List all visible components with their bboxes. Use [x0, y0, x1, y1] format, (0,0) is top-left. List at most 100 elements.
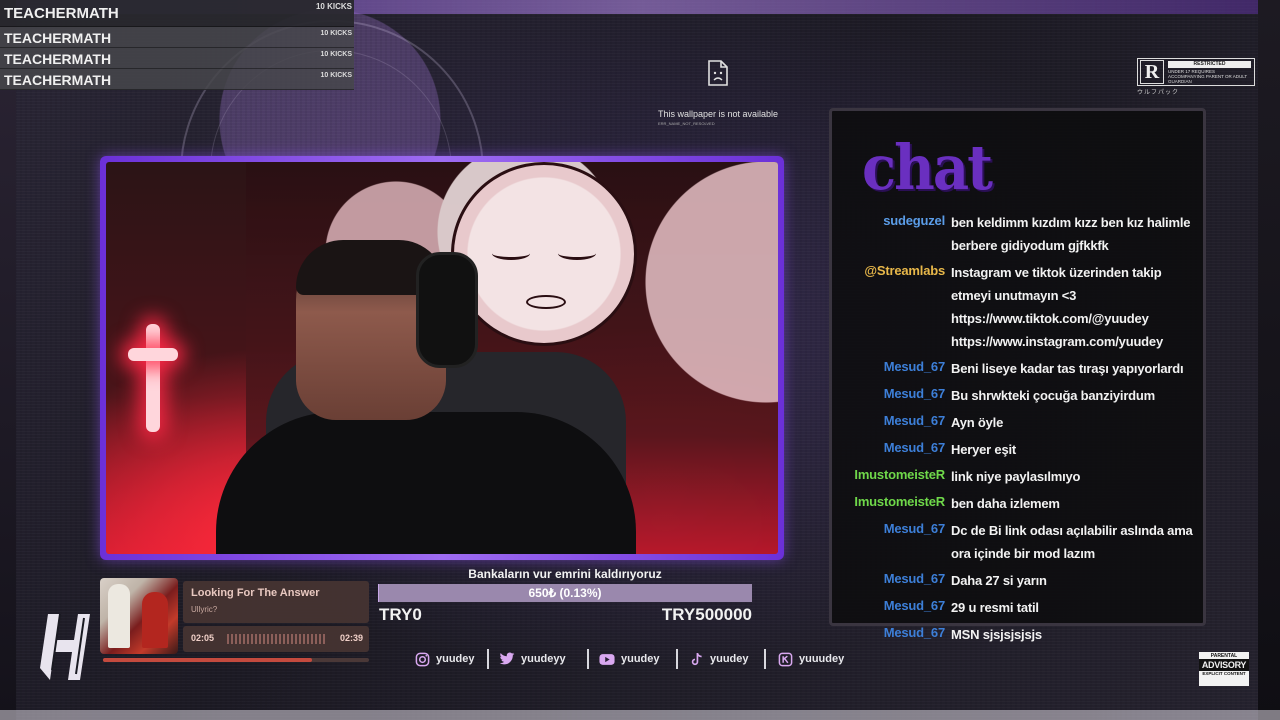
song-artist: Ullyric?	[191, 605, 218, 614]
donation-goal: Bankaların vur emrini kaldırıyoruz 650₺ …	[378, 566, 752, 626]
kick-alert-count: 10 KICKS	[320, 72, 352, 79]
chat-username: sudeguzel	[883, 213, 945, 228]
chat-message-text: ben keldimm kızdım kızz ben kız halimle …	[951, 215, 1191, 253]
webcam-feed	[106, 162, 778, 554]
chat-message-text: Ayn öyle	[951, 415, 1004, 430]
tapestry-face	[451, 162, 637, 346]
rating-letter: R	[1140, 60, 1164, 84]
social-label: yuudey	[436, 653, 475, 665]
chat-message-text: link niye paylasılmıyo	[951, 469, 1081, 484]
chat-message: ImustomeisteR link niye paylasılmıyo	[832, 463, 1203, 490]
headphones	[416, 252, 478, 368]
chat-username: Mesud_67	[883, 521, 945, 536]
kick-alert-count: 10 KICKS	[315, 2, 352, 11]
chat-message: Mesud_67 Bu shrwkteki çocuğa banziyirdum	[832, 382, 1203, 409]
chat-panel: chat sudeguzel ben keldimm kızdım kızz be…	[829, 108, 1206, 642]
rating-badge: R RESTRICTED UNDER 17 REQUIRES ACCOMPANY…	[1137, 58, 1255, 86]
right-edge	[1258, 0, 1280, 720]
song-elapsed: 02:05	[191, 633, 215, 643]
chat-message-text: ben daha izlemem	[951, 496, 1060, 511]
chat-message-text: Heryer eşit	[951, 442, 1017, 457]
chat-message: Mesud_67 MSN sjsjsjsjsjs	[832, 621, 1203, 648]
kick-alert-name: TEACHERMATH	[4, 30, 112, 46]
social-divider	[764, 649, 766, 669]
chat-username: ImustomeisteR	[854, 467, 945, 482]
broken-page-icon	[707, 60, 729, 91]
bottom-band	[0, 710, 1280, 720]
instagram-icon	[414, 651, 430, 667]
youtube-icon	[599, 651, 615, 667]
social-tiktok: yuudey	[688, 651, 749, 667]
streamer-body	[216, 412, 636, 554]
wallpaper-error-code: ERR_NAME_NOT_RESOLVED	[658, 121, 715, 126]
chat-message-text: Beni liseye kadar tas tıraşı yapıyorlard…	[951, 361, 1184, 376]
chat-username: Mesud_67	[883, 598, 945, 613]
chat-message-text: Bu shrwkteki çocuğa banziyirdum	[951, 388, 1156, 403]
kick-alert-name: TEACHERMATH	[4, 51, 112, 67]
neon-cross	[146, 324, 160, 432]
chat-message-text: Instagram ve tiktok üzerinden takip etme…	[951, 265, 1163, 349]
chat-message-text: Daha 27 si yarın	[951, 573, 1047, 588]
chat-logo: chat	[862, 131, 993, 205]
chat-message: Mesud_67 Daha 27 si yarın	[832, 567, 1203, 594]
chat-username: Mesud_67	[883, 386, 945, 401]
chat-message-text: MSN sjsjsjsjsjs	[951, 627, 1042, 642]
chat-username: @Streamlabs	[864, 263, 945, 278]
rating-subtitle: ウルフパック	[1137, 90, 1180, 96]
song-waveform	[227, 634, 327, 644]
chat-username: ImustomeisteR	[854, 494, 945, 509]
advisory-middle: ADVISORY	[1199, 659, 1249, 671]
kick-icon	[777, 651, 793, 667]
chat-message-list: sudeguzel ben keldimm kızdım kızz ben kız…	[832, 209, 1203, 648]
wallpaper-error: This wallpaper is not available ERR_NAME…	[640, 60, 800, 126]
social-kick: yuuudey	[777, 651, 844, 667]
kick-alert-name: TEACHERMATH	[4, 72, 112, 88]
neon-cross-bar	[128, 348, 178, 361]
left-edge	[0, 0, 16, 720]
kick-alert-row: TEACHERMATH 10 KICKS	[0, 0, 354, 27]
chat-username: Mesud_67	[883, 625, 945, 640]
tiktok-icon	[688, 651, 704, 667]
chat-message: @Streamlabs Instagram ve tiktok üzerinden…	[832, 259, 1203, 355]
goal-min-label: TRY0	[379, 605, 422, 624]
album-art	[100, 578, 178, 654]
rating-description: UNDER 17 REQUIRES ACCOMPANYING PARENT OR…	[1168, 69, 1248, 84]
song-progress-bar	[103, 658, 369, 662]
chat-username: Mesud_67	[883, 413, 945, 428]
kick-alert-row: TEACHERMATH 10 KICKS	[0, 27, 354, 48]
chat-message: Mesud_67 Beni liseye kadar tas tıraşı yap…	[832, 355, 1203, 382]
kick-alert-list: TEACHERMATH 10 KICKS TEACHERMATH 10 KICK…	[0, 0, 354, 90]
wallpaper-error-message: This wallpaper is not available	[658, 109, 779, 119]
goal-title: Bankaların vur emrini kaldırıyoruz	[468, 567, 662, 581]
chat-username: Mesud_67	[883, 571, 945, 586]
goal-current-amount: 650₺ (0.13%)	[528, 586, 602, 600]
social-divider	[487, 649, 489, 669]
rating-title: RESTRICTED	[1168, 61, 1251, 68]
chat-message: Mesud_67 Heryer eşit	[832, 436, 1203, 463]
social-instagram: yuudey	[414, 651, 475, 667]
goal-progress-bar: 650₺ (0.13%)	[378, 584, 752, 602]
chat-message: ImustomeisteR ben daha izlemem	[832, 490, 1203, 517]
now-playing-widget: Looking For The Answer Ullyric? 02:05 02…	[100, 578, 370, 664]
social-youtube: yuudey	[599, 651, 660, 667]
chat-message-text: 29 u resmi tatil	[951, 600, 1039, 615]
channel-logo	[40, 610, 96, 684]
chat-username: Mesud_67	[883, 359, 945, 374]
kick-alert-count: 10 KICKS	[320, 30, 352, 37]
twitter-icon	[499, 651, 515, 667]
social-label: yuudey	[621, 653, 660, 665]
chat-message-text: Dc de Bi link odası açılabilir aslında a…	[951, 523, 1193, 561]
song-duration: 02:39	[339, 633, 363, 643]
chat-message: sudeguzel ben keldimm kızdım kızz ben kız…	[832, 209, 1203, 259]
social-twitter: yuudeyy	[499, 651, 566, 667]
kick-alert-count: 10 KICKS	[320, 51, 352, 58]
song-progress-fill	[103, 658, 313, 662]
social-label: yuuudey	[799, 653, 845, 665]
song-info: Looking For The Answer Ullyric?	[183, 581, 369, 623]
social-divider	[587, 649, 589, 669]
goal-max-label: TRY500000	[661, 605, 752, 624]
parental-advisory-label: PARENTAL ADVISORY EXPLICIT CONTENT	[1199, 652, 1249, 686]
song-timeline: 02:05 02:39	[183, 626, 369, 652]
social-label: yuudey	[710, 653, 749, 665]
kick-alert-row: TEACHERMATH 10 KICKS	[0, 69, 354, 90]
